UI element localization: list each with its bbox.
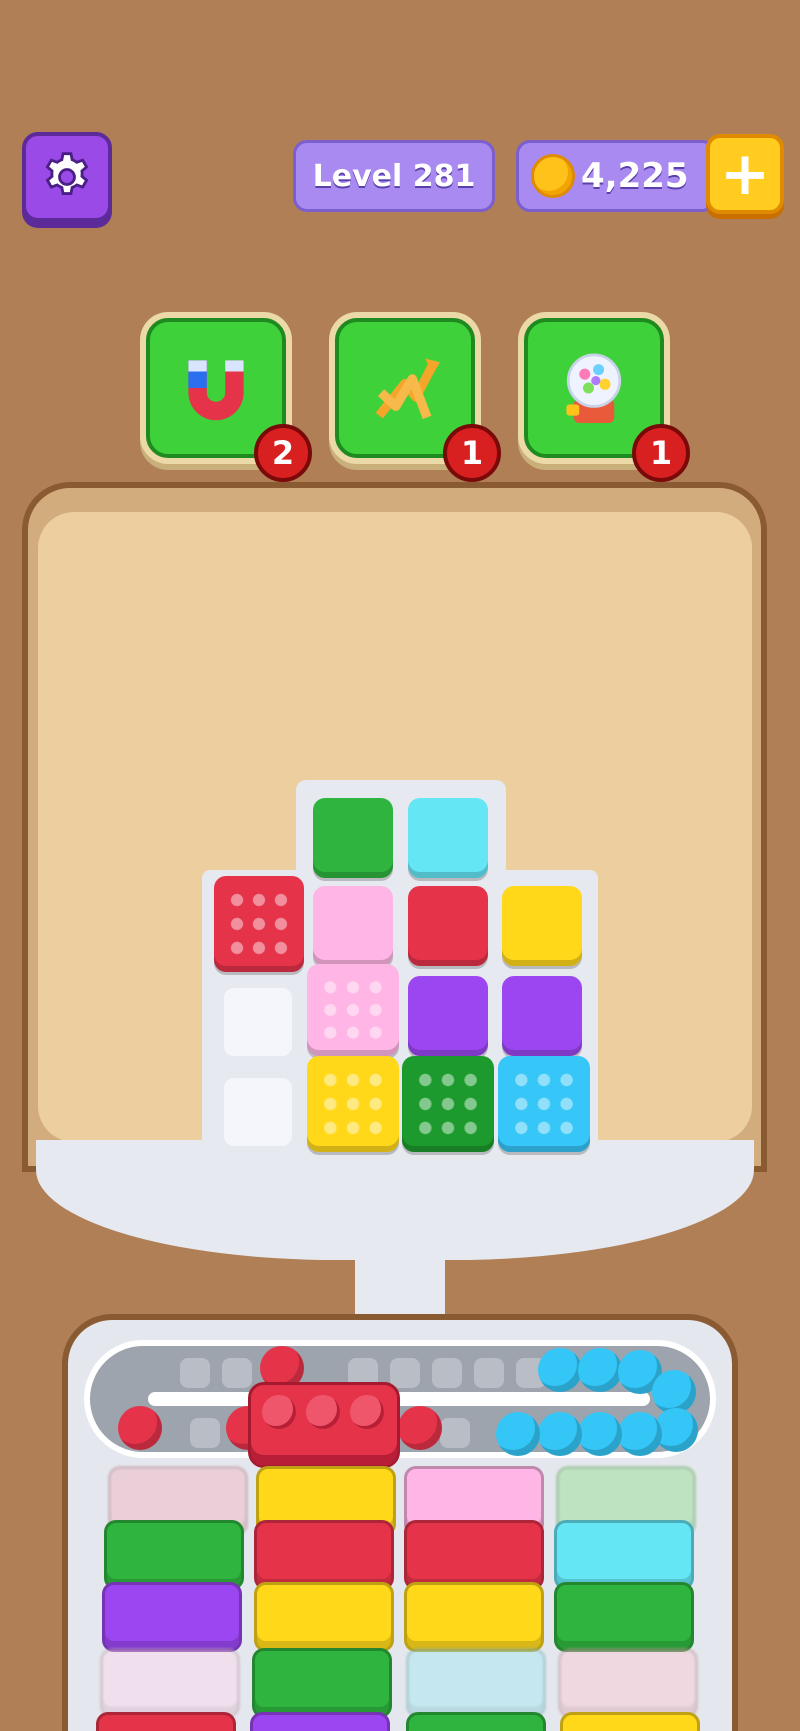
block-yellow-bumpy[interactable] (307, 1056, 399, 1152)
block-yellow[interactable] (502, 886, 582, 966)
belt-slot (222, 1358, 252, 1388)
shuffle-arrows-icon (375, 358, 440, 420)
belt-slot (432, 1358, 462, 1388)
queue-block-red[interactable] (254, 1520, 394, 1590)
queue-block-yellow[interactable] (254, 1582, 394, 1652)
block-cyan[interactable] (408, 798, 488, 878)
queue-block-ghost (100, 1648, 240, 1718)
ball-blue (618, 1412, 662, 1456)
add-coins-button[interactable]: + (706, 134, 784, 214)
gumball-booster-button[interactable]: 1 (524, 318, 690, 482)
queue-block-purple[interactable] (102, 1582, 242, 1652)
coin-icon (531, 154, 575, 198)
coin-counter: 4,225 (516, 140, 716, 212)
belt-slot (390, 1358, 420, 1388)
shuffle-booster-button[interactable]: 1 (335, 318, 501, 482)
settings-button[interactable] (22, 132, 112, 222)
block-red-bumpy[interactable] (214, 876, 304, 972)
ball-blue (578, 1348, 622, 1392)
magnet-booster-button[interactable]: 2 (146, 318, 312, 482)
block-purple[interactable] (502, 976, 582, 1056)
ball-blue (538, 1348, 582, 1392)
queue-block-red[interactable] (404, 1520, 544, 1590)
block-purple[interactable] (408, 976, 488, 1056)
block-blue-bumpy[interactable] (498, 1056, 590, 1152)
ball-red (118, 1406, 162, 1450)
queue-block-green[interactable] (104, 1520, 244, 1590)
block-pink[interactable] (313, 886, 393, 966)
queue-block-ghost (558, 1648, 698, 1718)
empty-cell (224, 1078, 292, 1146)
queue-block-green[interactable] (406, 1712, 546, 1731)
block-green[interactable] (313, 798, 393, 878)
magnet-icon (188, 360, 244, 421)
magnet-count-badge: 2 (254, 424, 312, 482)
shuffle-count-badge: 1 (443, 424, 501, 482)
belt-slot (474, 1358, 504, 1388)
queue-block-yellow[interactable] (560, 1712, 700, 1731)
ball-blue (578, 1412, 622, 1456)
plus-icon: + (719, 139, 771, 209)
queue-block-purple[interactable] (250, 1712, 390, 1731)
level-label: Level 281 (312, 158, 476, 194)
queue-block-ghost (406, 1648, 546, 1718)
coin-amount: 4,225 (581, 156, 689, 196)
queue-block-red[interactable] (96, 1712, 236, 1731)
queue-block-yellow[interactable] (404, 1582, 544, 1652)
belt-slot (190, 1418, 220, 1448)
queue-block-green[interactable] (252, 1648, 392, 1718)
shooter-ammo-dot (262, 1395, 296, 1429)
queue-block-cyan[interactable] (554, 1520, 694, 1590)
block-red[interactable] (408, 886, 488, 966)
shooter-ammo-dot (350, 1395, 384, 1429)
gumball-machine-icon (566, 353, 622, 423)
level-indicator: Level 281 (293, 140, 495, 212)
belt-slot (180, 1358, 210, 1388)
belt-slot (440, 1418, 470, 1448)
gear-icon (45, 152, 89, 195)
block-pink-bumpy[interactable] (307, 964, 399, 1056)
shooter-ammo-dot (306, 1395, 340, 1429)
ball-blue (538, 1412, 582, 1456)
ball-red (398, 1406, 442, 1450)
empty-cell (224, 988, 292, 1056)
block-green-bumpy[interactable] (402, 1056, 494, 1152)
queue-block-green[interactable] (554, 1582, 694, 1652)
gumball-count-badge: 1 (632, 424, 690, 482)
ball-blue (496, 1412, 540, 1456)
